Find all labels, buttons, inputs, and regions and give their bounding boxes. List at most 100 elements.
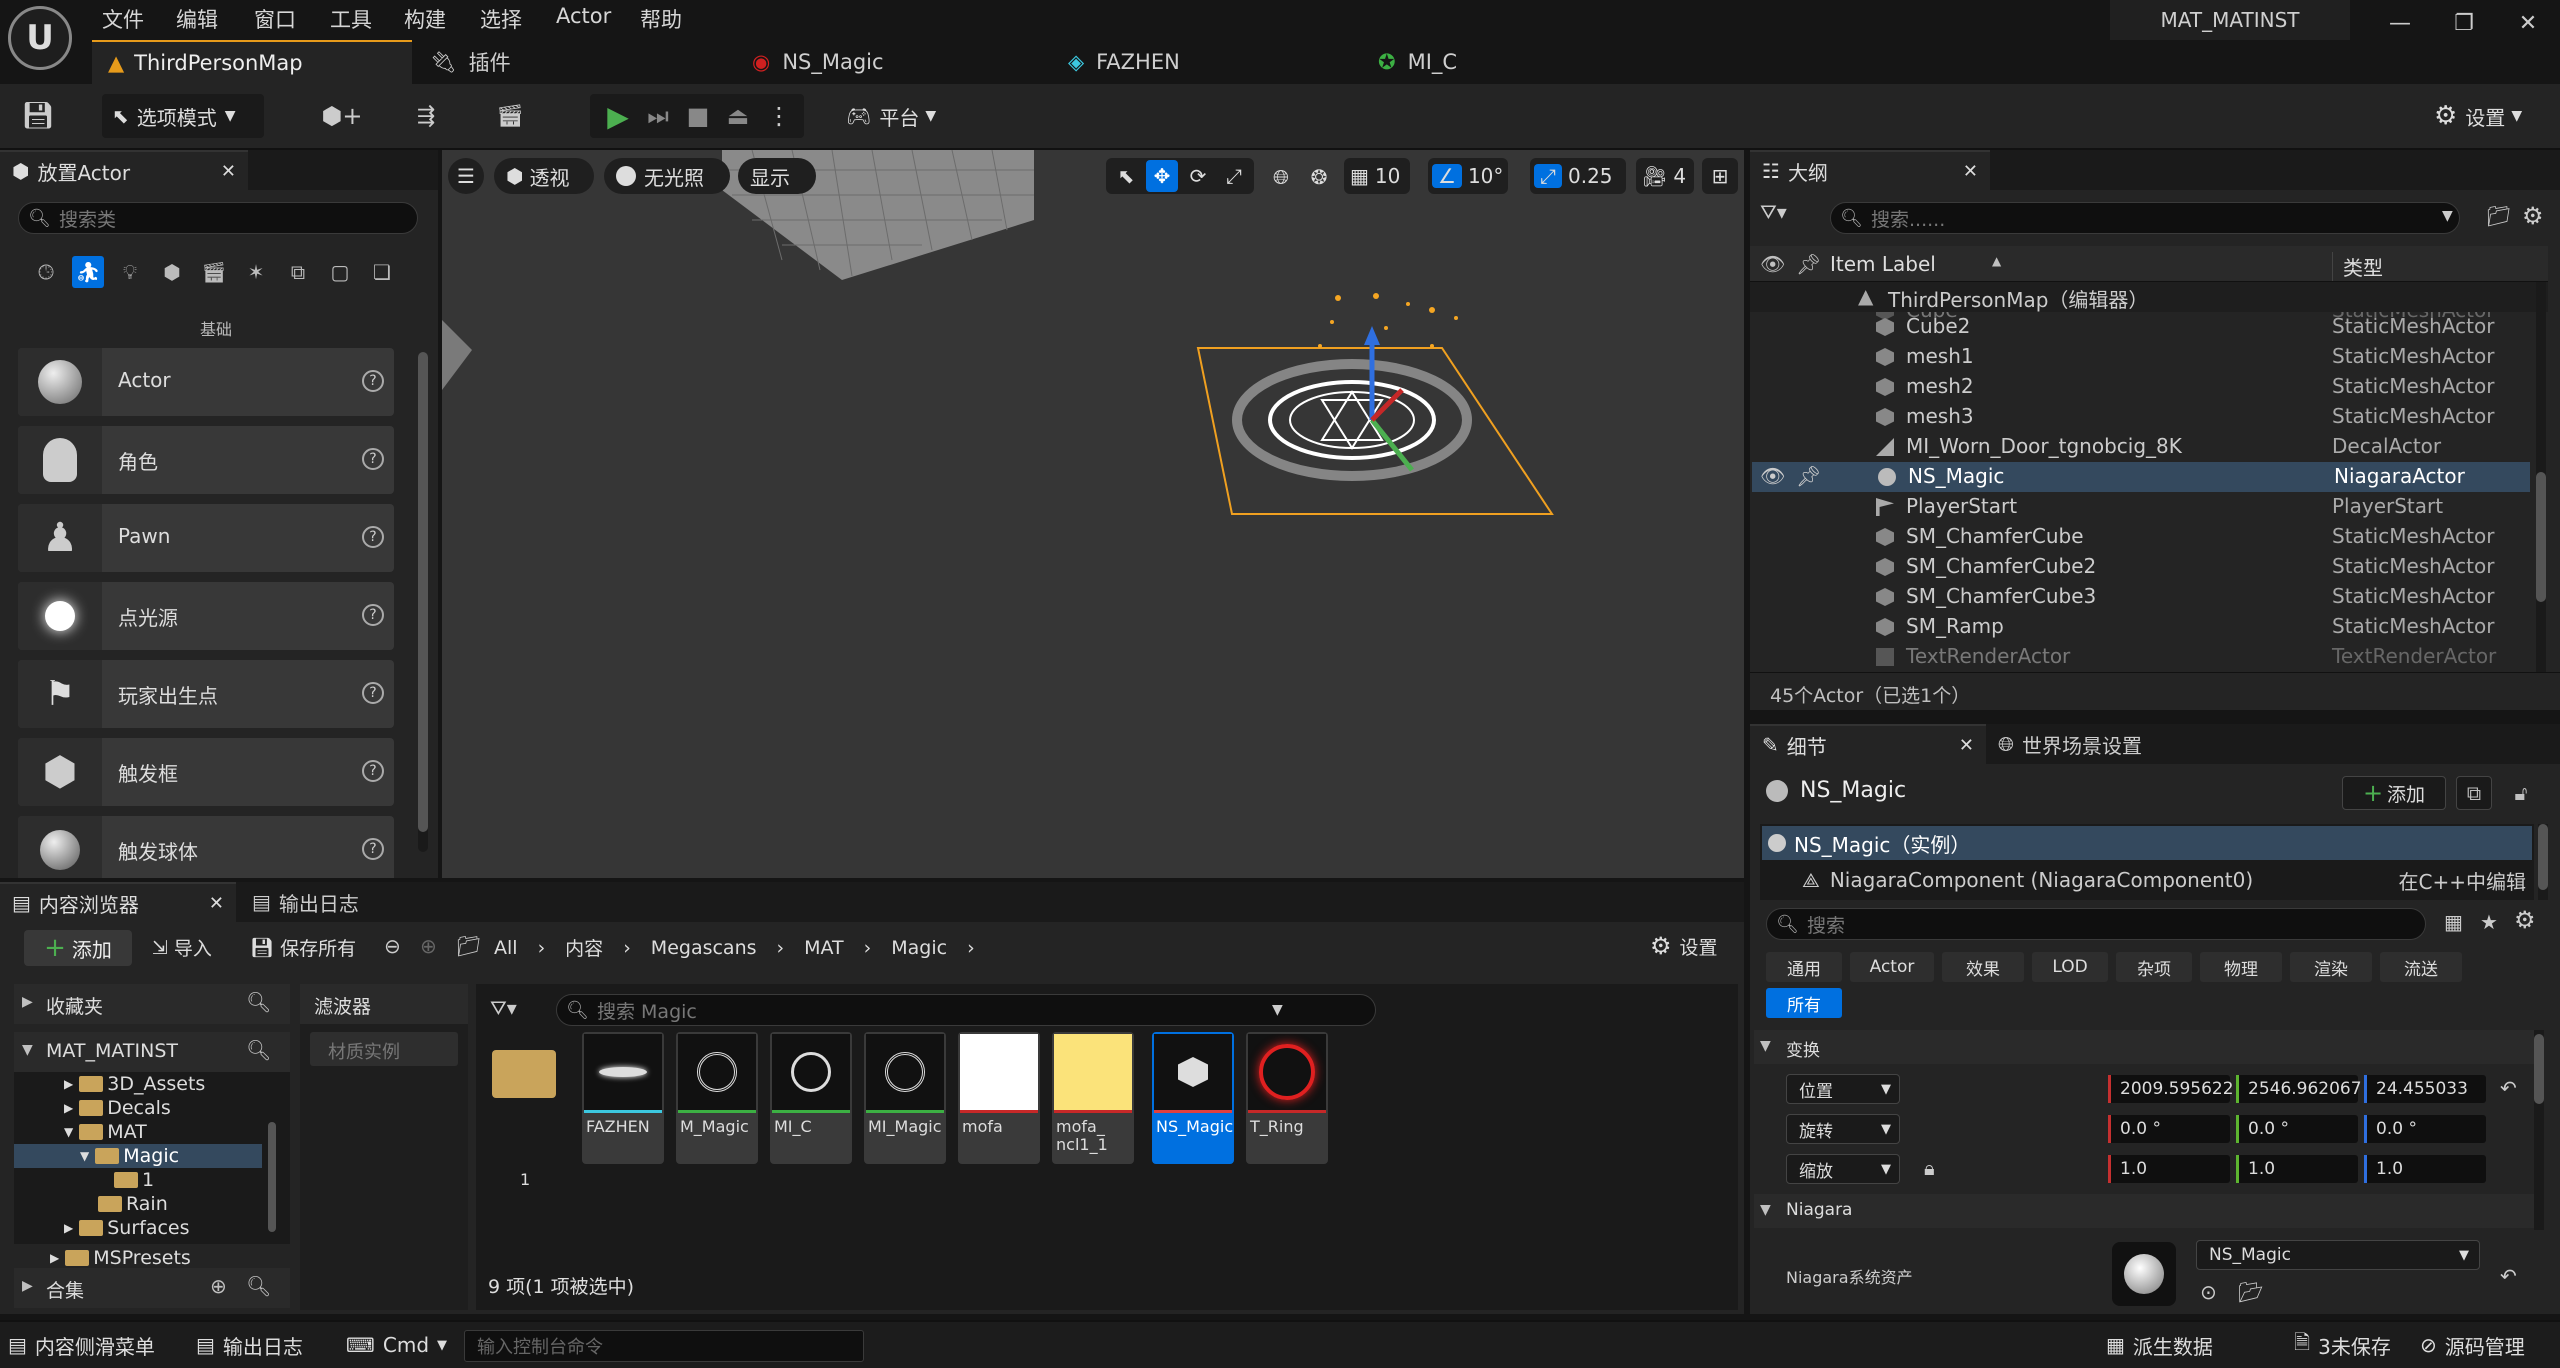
- back-arrow-icon[interactable]: ⊖: [384, 934, 401, 958]
- scale-mode-dropdown[interactable]: 缩放 ▼: [1786, 1154, 1900, 1184]
- tree-item-surfaces[interactable]: ▶ Surfaces: [64, 1216, 190, 1240]
- help-icon[interactable]: ?: [362, 682, 384, 704]
- filter-icon[interactable]: ⛛▾: [1760, 200, 1787, 224]
- minimize-icon[interactable]: —: [2380, 8, 2420, 38]
- tree-item-magic-selected[interactable]: ▼ Magic: [14, 1144, 262, 1168]
- menu-edit[interactable]: 编辑: [176, 4, 218, 34]
- asset-fazhen[interactable]: FAZHEN: [582, 1032, 664, 1164]
- actor-item-point-light[interactable]: 点光源?: [18, 582, 394, 650]
- table-row[interactable]: mesh2 StaticMeshActor: [1750, 372, 2548, 402]
- help-icon[interactable]: ?: [362, 526, 384, 548]
- add-collection-icon[interactable]: ⊕: [210, 1274, 227, 1298]
- select-tool-icon[interactable]: ⬉: [1110, 160, 1142, 192]
- console-input[interactable]: 输入控制台命令: [464, 1330, 864, 1362]
- menu-build[interactable]: 构建: [404, 4, 446, 34]
- search-icon[interactable]: 🔍︎: [246, 1038, 271, 1062]
- actor-item-player-start[interactable]: ⚑ 玩家出生点?: [18, 660, 394, 728]
- table-row[interactable]: SM_ChamferCube3 StaticMeshActor: [1750, 582, 2548, 612]
- pin-icon[interactable]: 📌︎: [1796, 464, 1821, 488]
- reset-asset-icon[interactable]: ↶: [2500, 1264, 2517, 1288]
- all-classes-icon[interactable]: ❏: [366, 256, 398, 288]
- star-icon[interactable]: ★: [2480, 910, 2498, 934]
- level-viewport[interactable]: ☰ ⬢ 透视 无光照 显示 ⬉ ✥ ⟳ ⤢ 🌐︎ ❂ ▦ 10 ∠ 10° ⤢ 0.25…: [442, 150, 1744, 878]
- forward-arrow-icon[interactable]: ⊕: [420, 934, 437, 958]
- surface-snap-icon[interactable]: ❂: [1304, 162, 1334, 192]
- tree-item-mat[interactable]: ▼ MAT: [64, 1120, 147, 1144]
- derived-data-button[interactable]: ▦ 派生数据: [2106, 1322, 2213, 1368]
- tab-plugins[interactable]: 🔌︎ 插件: [414, 40, 704, 84]
- actor-item-trigger-box[interactable]: ⬢ 触发框?: [18, 738, 394, 806]
- transform-section-header[interactable]: ▼ 变换: [1754, 1030, 2534, 1064]
- help-icon[interactable]: ?: [362, 370, 384, 392]
- blueprint-convert-icon[interactable]: ⧉: [2456, 776, 2492, 810]
- table-row[interactable]: MI_Worn_Door_tgnobcig_8K DecalActor: [1750, 432, 2548, 462]
- cinematic-icon[interactable]: 🎬︎: [198, 256, 230, 288]
- outliner-root[interactable]: ▲ ThirdPersonMap（编辑器）: [1750, 282, 2548, 312]
- tree-item-3d-assets[interactable]: ▶ 3D_Assets: [64, 1072, 205, 1096]
- actor-list-scrollbar[interactable]: [418, 352, 428, 852]
- breadcrumb-megascans[interactable]: Megascans: [651, 937, 757, 959]
- menu-window[interactable]: 窗口: [254, 4, 296, 34]
- close-window-icon[interactable]: ✕: [2508, 8, 2548, 38]
- help-icon[interactable]: ?: [362, 760, 384, 782]
- filter-physics[interactable]: 物理: [2200, 952, 2282, 982]
- filter-lod[interactable]: LOD: [2032, 952, 2108, 982]
- settings-dropdown[interactable]: ⚙ 设置 ▼: [2424, 94, 2544, 138]
- niagara-asset-thumbnail[interactable]: [2112, 1242, 2176, 1306]
- light-icon[interactable]: 💡︎: [114, 256, 146, 288]
- asset-mi-magic[interactable]: MI_Magic: [864, 1032, 946, 1164]
- asset-mi-c[interactable]: MI_C: [770, 1032, 852, 1164]
- location-z-field[interactable]: 24.455033: [2364, 1075, 2486, 1103]
- tree-item-decals[interactable]: ▶ Decals: [64, 1096, 171, 1120]
- visibility-icon[interactable]: 👁︎: [1760, 464, 1785, 488]
- scale-x-field[interactable]: 1.0: [2108, 1155, 2230, 1183]
- tree-item-rain[interactable]: Rain: [98, 1192, 168, 1216]
- rotate-tool-icon[interactable]: ⟳: [1182, 160, 1214, 192]
- menu-select[interactable]: 选择: [480, 4, 522, 34]
- filter-streaming[interactable]: 流送: [2380, 952, 2462, 982]
- item-label-column[interactable]: Item Label: [1830, 252, 1936, 276]
- content-drawer-button[interactable]: ▤ 内容侧滑菜单: [8, 1322, 155, 1368]
- perspective-button[interactable]: ⬢ 透视: [494, 158, 594, 194]
- unsaved-button[interactable]: 🗎︎ 3未保存: [2294, 1322, 2391, 1368]
- tab-place-actor[interactable]: ⬢ 放置Actor ✕: [0, 150, 248, 190]
- scale-y-field[interactable]: 1.0: [2236, 1155, 2358, 1183]
- table-row[interactable]: SM_ChamferCube2 StaticMeshActor: [1750, 552, 2548, 582]
- details-search-input[interactable]: 搜索: [1766, 908, 2426, 940]
- world-space-icon[interactable]: 🌐︎: [1266, 162, 1296, 192]
- visual-effects-icon[interactable]: ✶: [240, 256, 272, 288]
- table-row[interactable]: PlayerStart PlayerStart: [1750, 492, 2548, 522]
- breadcrumb-content[interactable]: 内容: [565, 934, 603, 961]
- gear-icon[interactable]: ⚙: [2514, 906, 2536, 934]
- add-asset-button[interactable]: + 添加: [24, 930, 132, 966]
- play-icon[interactable]: ▶: [600, 98, 636, 134]
- location-mode-dropdown[interactable]: 位置 ▼: [1786, 1074, 1900, 1104]
- output-log-button[interactable]: ▤ 输出日志: [196, 1322, 303, 1368]
- location-x-field[interactable]: 2009.595622: [2108, 1075, 2234, 1103]
- actor-item-actor[interactable]: Actor?: [18, 348, 394, 416]
- breadcrumb-magic[interactable]: Magic: [891, 937, 947, 959]
- asset-search-input[interactable]: 搜索 Magic: [556, 994, 1376, 1026]
- save-icon[interactable]: 💾︎: [18, 98, 58, 134]
- tab-fazhen[interactable]: ◈ FAZHEN: [1052, 40, 1352, 84]
- table-row[interactable]: Cube2 StaticMeshActor: [1750, 312, 2548, 342]
- help-icon[interactable]: ?: [362, 604, 384, 626]
- gear-icon[interactable]: ⚙: [2522, 202, 2544, 230]
- import-button[interactable]: ⇲ 导入: [152, 934, 212, 961]
- hamburger-menu-icon[interactable]: ☰: [448, 158, 484, 194]
- close-icon[interactable]: ✕: [1959, 735, 1974, 756]
- location-y-field[interactable]: 2546.962067: [2236, 1075, 2362, 1103]
- table-row[interactable]: SM_ChamferCube StaticMeshActor: [1750, 522, 2548, 552]
- search-icon[interactable]: 🔍︎: [246, 1274, 271, 1298]
- niagara-section-header[interactable]: ▼ Niagara: [1754, 1194, 2534, 1228]
- search-icon[interactable]: 🔍︎: [246, 990, 271, 1014]
- filter-material-instance[interactable]: 材质实例: [310, 1032, 458, 1066]
- table-row[interactable]: mesh1 StaticMeshActor: [1750, 342, 2548, 372]
- favorites-header[interactable]: ▶ 收藏夹 🔍︎: [14, 984, 290, 1024]
- camera-speed-button[interactable]: 🎥︎ 4: [1636, 158, 1694, 194]
- add-actor-icon[interactable]: ⬢+: [312, 98, 372, 134]
- component-row[interactable]: ⟁ NiagaraComponent (NiagaraComponent0) 在C+…: [1762, 864, 2532, 896]
- menu-file[interactable]: 文件: [102, 4, 144, 34]
- rotation-z-field[interactable]: 0.0 °: [2364, 1115, 2486, 1143]
- details-scrollbar[interactable]: [2534, 1030, 2544, 1230]
